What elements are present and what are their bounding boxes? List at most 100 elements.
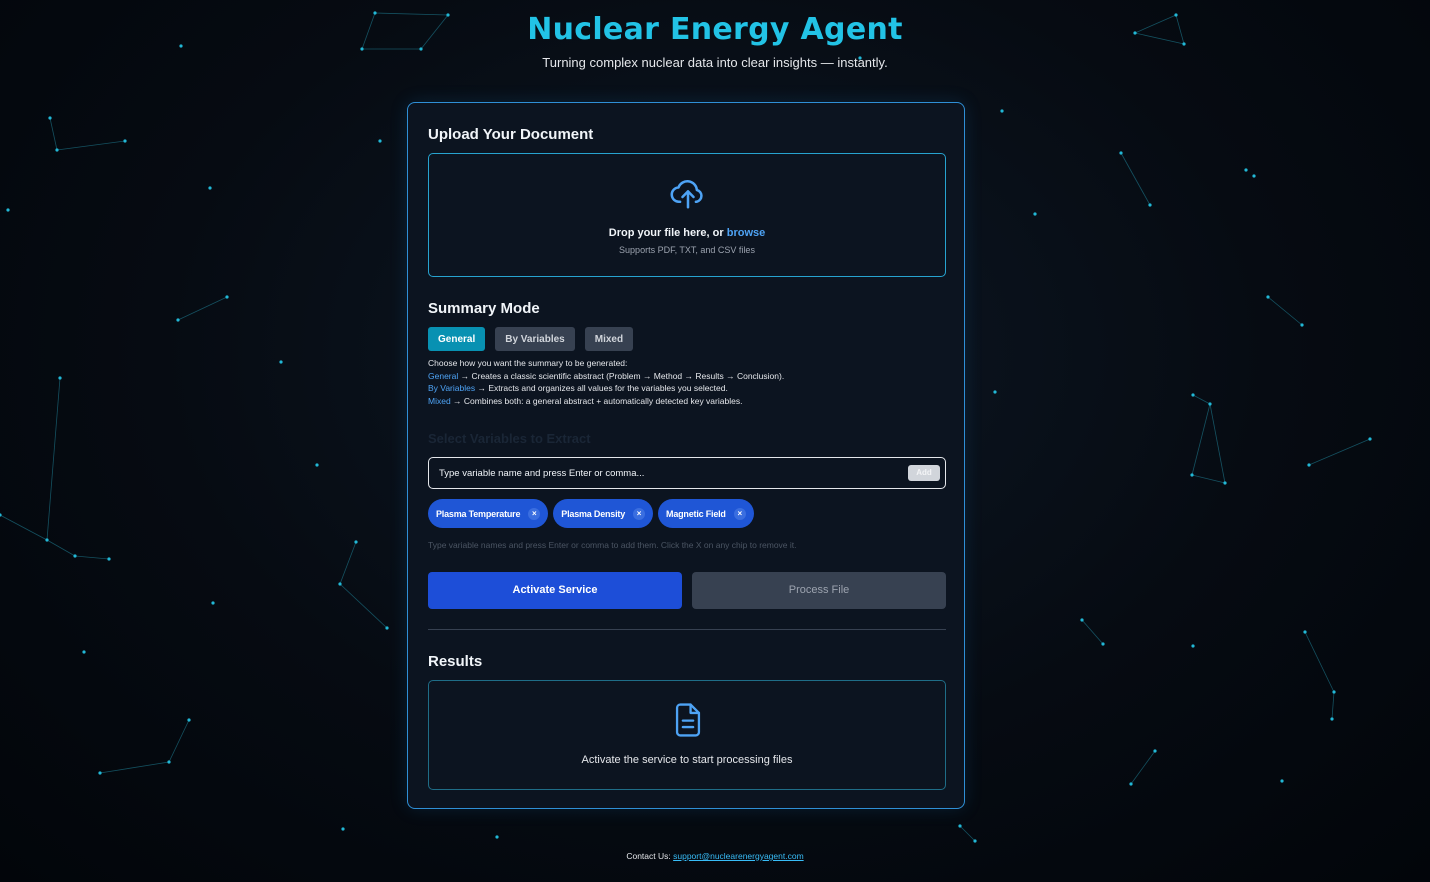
star-dot (958, 824, 962, 828)
star-dot (1223, 481, 1227, 485)
star-dot (45, 538, 49, 542)
divider (428, 629, 946, 630)
star-dot (98, 771, 102, 775)
document-icon (675, 703, 701, 737)
main-card: Upload Your Document Drop your file here… (407, 102, 965, 809)
constellation-line (1191, 474, 1226, 484)
chip-label: Plasma Temperature (436, 508, 521, 519)
mode-keyword: Mixed (428, 395, 451, 406)
drop-text: Drop your file here, or browse (429, 227, 945, 239)
constellation-line (0, 514, 48, 541)
mode-description: Choose how you want the summary to be ge… (428, 357, 784, 407)
star-dot (1148, 203, 1152, 207)
variable-input[interactable]: Type variable name and press Enter or co… (428, 457, 946, 489)
add-variable-button[interactable]: Add (908, 465, 940, 481)
close-icon[interactable]: × (733, 507, 746, 520)
star-dot (211, 601, 215, 605)
star-dot (385, 626, 389, 630)
star-dot (419, 47, 423, 51)
summary-mode-toggle: General By Variables Mixed (428, 327, 634, 351)
mode-desc-text: → Creates a classic scientific abstract … (458, 370, 785, 381)
mode-desc-mixed: Mixed → Combines both: a general abstrac… (428, 395, 784, 408)
mode-desc-by-variables: By Variables → Extracts and organizes al… (428, 382, 784, 395)
mode-general-button[interactable]: General (428, 327, 486, 351)
star-dot (1307, 463, 1311, 467)
star-dot (1266, 295, 1270, 299)
browse-link[interactable]: browse (727, 227, 766, 239)
star-dot (378, 139, 382, 143)
support-email-link[interactable]: support@nuclearenergyagent.com (673, 851, 804, 861)
star-dot (1101, 642, 1105, 646)
star-dot (354, 540, 358, 544)
star-dot (107, 557, 111, 561)
star-dot (73, 554, 77, 558)
star-dot (1368, 437, 1372, 441)
constellation-line (46, 377, 61, 541)
star-dot (176, 318, 180, 322)
constellation-line (49, 117, 58, 151)
process-file-button[interactable]: Process File (692, 572, 946, 609)
star-dot (1303, 630, 1307, 634)
constellation-line (1191, 403, 1211, 476)
star-dot (1332, 690, 1336, 694)
page-subtitle: Turning complex nuclear data into clear … (542, 55, 888, 70)
constellation-line (1308, 438, 1371, 466)
mode-desc-text: → Combines both: a general abstract + au… (450, 395, 743, 406)
chip-label: Plasma Density (561, 508, 626, 519)
supported-formats: Supports PDF, TXT, and CSV files (619, 245, 755, 255)
star-dot (1153, 749, 1157, 753)
mode-desc-general: General → Creates a classic scientific a… (428, 370, 784, 383)
activate-service-button[interactable]: Activate Service (428, 572, 682, 609)
mode-keyword: General (428, 370, 459, 381)
star-dot (1119, 151, 1123, 155)
chip-label: Magnetic Field (666, 508, 726, 519)
constellation-line (46, 539, 76, 557)
close-icon[interactable]: × (633, 507, 646, 520)
star-dot (225, 295, 229, 299)
constellation-line (959, 825, 976, 842)
file-dropzone[interactable]: Drop your file here, or browse Supports … (428, 153, 946, 277)
upload-heading: Upload Your Document (428, 126, 594, 143)
constellation-line (1130, 750, 1156, 785)
star-dot (1129, 782, 1133, 786)
star-dot (315, 463, 319, 467)
star-dot (495, 835, 499, 839)
variables-hint: Type variable names and press Enter or c… (428, 540, 797, 550)
star-dot (82, 650, 86, 654)
constellation-line (1192, 394, 1211, 405)
star-dot (279, 360, 283, 364)
summary-mode-heading: Summary Mode (428, 300, 540, 317)
constellation-line (177, 296, 228, 321)
star-dot (187, 718, 191, 722)
star-dot (1244, 168, 1248, 172)
star-dot (1080, 618, 1084, 622)
star-dot (123, 139, 127, 143)
constellation-line (168, 719, 190, 763)
star-dot (1000, 109, 1004, 113)
constellation-line (339, 541, 357, 585)
star-dot (1280, 779, 1284, 783)
variables-heading: Select Variables to Extract (428, 431, 591, 446)
footer: Contact Us: support@nuclearenergyagent.c… (0, 851, 1430, 861)
star-dot (1191, 393, 1195, 397)
star-dot (1033, 212, 1037, 216)
star-dot (993, 390, 997, 394)
star-dot (167, 760, 171, 764)
mode-desc-text: → Extracts and organizes all values for … (475, 383, 728, 393)
variable-chip: Plasma Temperature × (428, 499, 549, 528)
page-title: Nuclear Energy Agent (527, 12, 903, 47)
mode-keyword: By Variables (428, 383, 476, 393)
mode-mixed-button[interactable]: Mixed (584, 327, 634, 351)
results-heading: Results (428, 653, 483, 670)
star-dot (208, 186, 212, 190)
star-dot (1330, 717, 1334, 721)
mode-by-variables-button[interactable]: By Variables (495, 327, 575, 351)
constellation-line (1081, 619, 1104, 645)
variable-chip: Magnetic Field × (658, 499, 754, 528)
constellation-line (1304, 631, 1335, 693)
variable-chip: Plasma Density × (553, 499, 654, 528)
constellation-line (74, 555, 110, 560)
mode-intro: Choose how you want the summary to be ge… (428, 358, 628, 368)
close-icon[interactable]: × (528, 507, 541, 520)
constellation-line (1120, 152, 1151, 206)
